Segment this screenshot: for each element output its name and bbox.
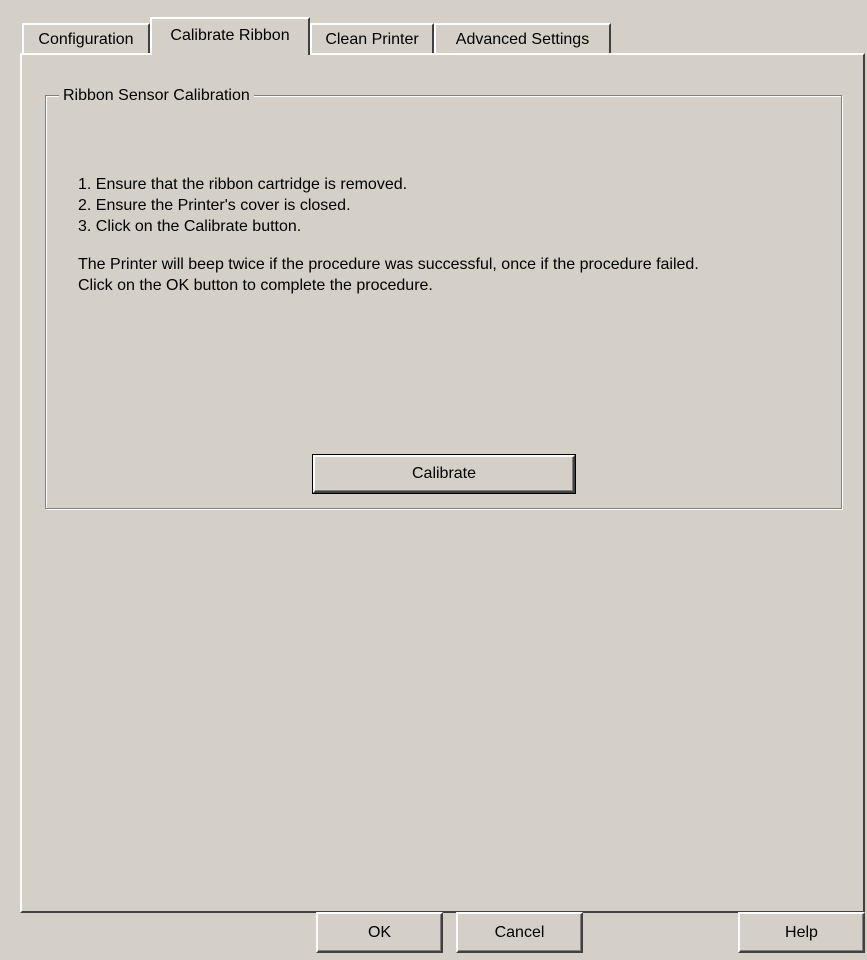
- ok-note-text: Click on the OK button to complete the p…: [78, 277, 433, 294]
- step-1-text: 1. Ensure that the ribbon cartridge is r…: [78, 176, 408, 193]
- calibration-instructions: 1. Ensure that the ribbon cartridge is r…: [78, 174, 699, 296]
- printer-properties-dialog: { "tabs": [ {"label": "Configuration", "…: [0, 0, 867, 960]
- help-button[interactable]: Help: [738, 912, 865, 953]
- beep-note-text: The Printer will beep twice if the proce…: [78, 256, 699, 273]
- group-title: Ribbon Sensor Calibration: [59, 86, 254, 106]
- tab-calibrate-ribbon[interactable]: Calibrate Ribbon: [150, 17, 310, 55]
- tab-configuration[interactable]: Configuration: [22, 23, 150, 53]
- ribbon-sensor-calibration-group: [45, 95, 842, 509]
- ok-button[interactable]: OK: [316, 912, 443, 953]
- calibrate-button[interactable]: Calibrate: [312, 454, 576, 494]
- step-2-text: 2. Ensure the Printer's cover is closed.: [78, 197, 351, 214]
- cancel-button[interactable]: Cancel: [456, 912, 583, 953]
- tab-clean-printer[interactable]: Clean Printer: [310, 23, 434, 53]
- step-3-text: 3. Click on the Calibrate button.: [78, 218, 302, 235]
- tab-advanced-settings[interactable]: Advanced Settings: [434, 23, 611, 53]
